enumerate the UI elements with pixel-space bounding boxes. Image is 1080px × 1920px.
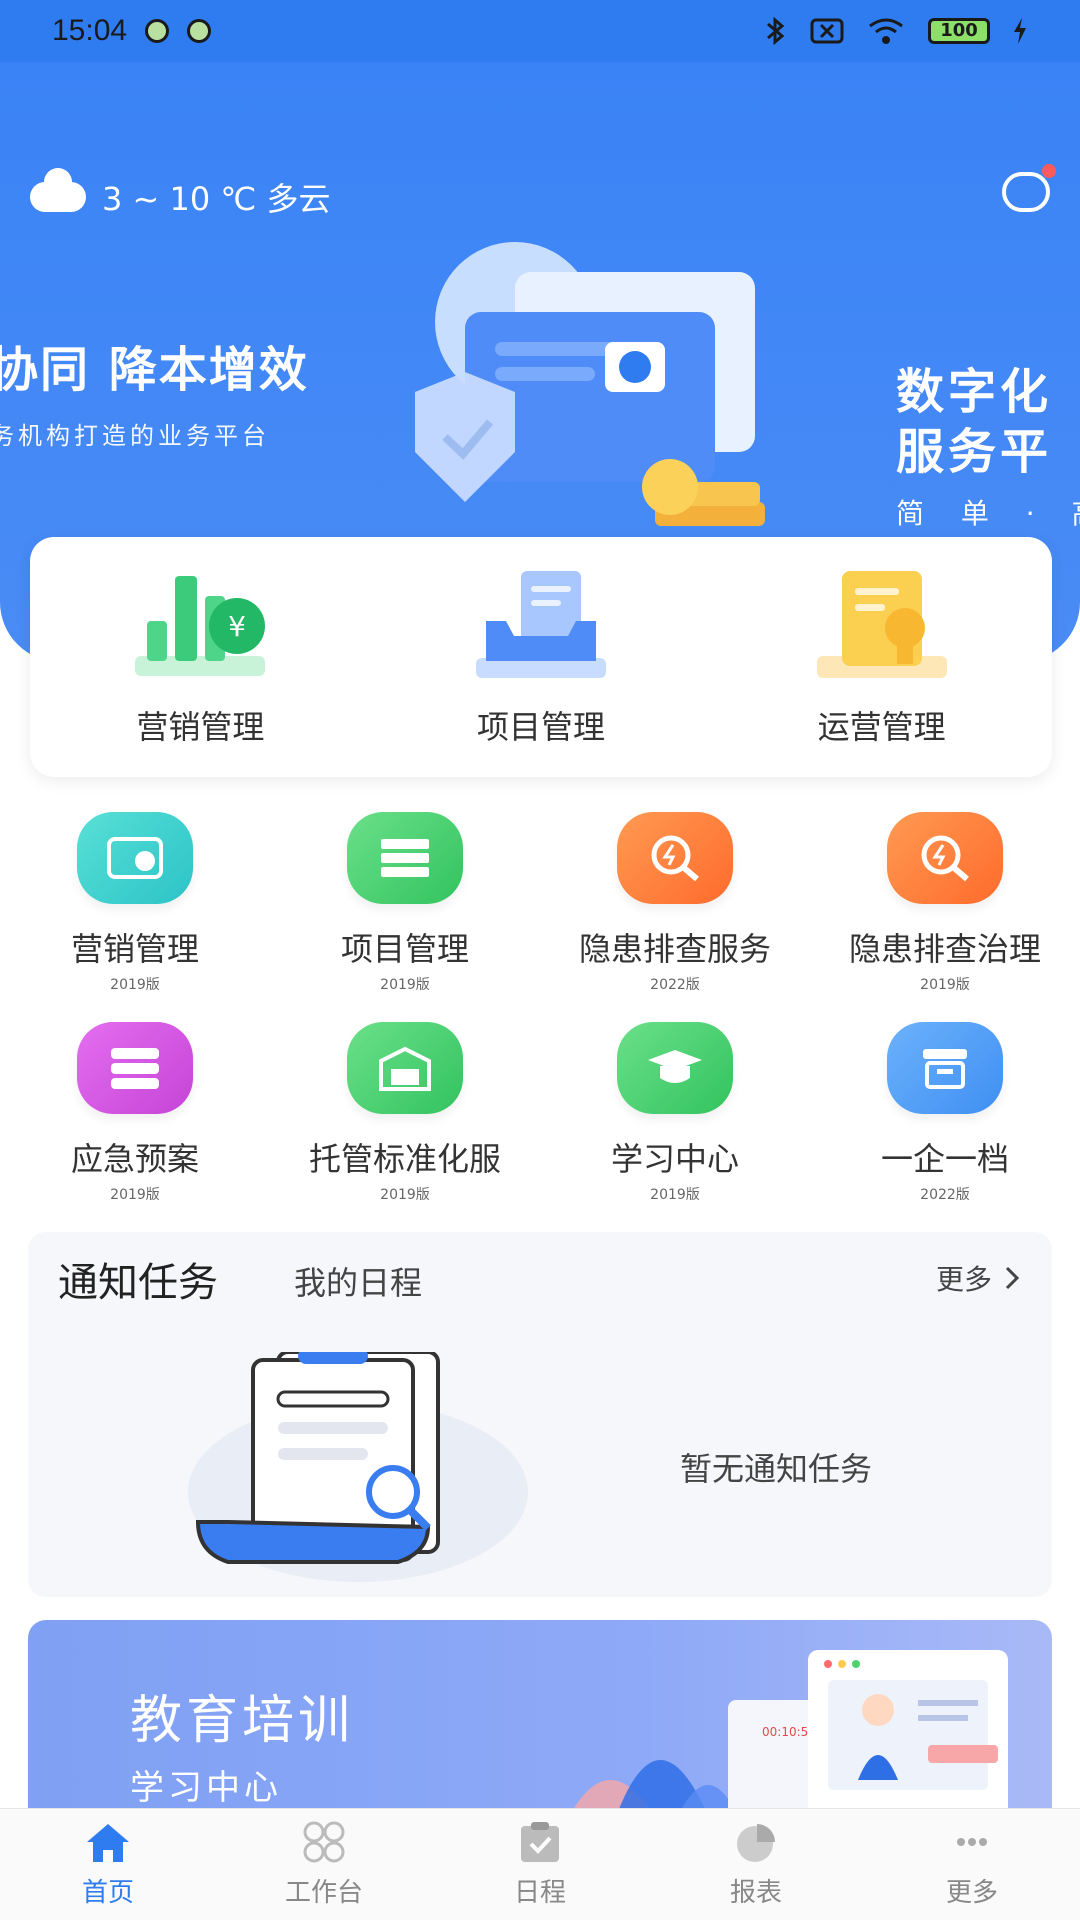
app-version: 2019版 [380,1187,430,1203]
hero-right-headline-2: 服务平 [896,424,1053,480]
hero-right-subline: 简 单 · 高 [896,497,1080,530]
chevron-right-icon [1005,1266,1020,1290]
cloud-icon [30,168,86,212]
nav-more[interactable]: 更多 [864,1820,1080,1909]
more-dots-icon [957,1838,987,1846]
nav-label: 日程 [513,1878,566,1908]
nav-schedule[interactable]: 日程 [432,1820,648,1909]
hero-left-slide: 协同 降本增效 务机构打造的业务平台 [0,330,309,451]
module-operation[interactable]: 运营管理 [762,566,1002,748]
app-version: 2022版 [650,977,700,993]
app-version: 2019版 [650,1187,700,1203]
status-icons: 100 [764,16,1028,46]
app-label: 营销管理 [70,930,199,968]
weather-widget: 3 ~ 10 ℃ 多云 [30,168,331,220]
app-label: 托管标准化服 [308,1140,501,1178]
nav-label: 工作台 [284,1878,363,1908]
nav-label: 更多 [945,1878,998,1908]
main-modules-card: ¥ 营销管理 项目管理 运营管理 [30,537,1052,777]
module-label: 项目管理 [476,708,605,746]
notification-icon [145,19,170,43]
tab-my-schedule[interactable]: 我的日程 [294,1258,422,1304]
app-version: 2019版 [380,977,430,993]
more-link[interactable]: 更多 [936,1258,1020,1298]
app-emergency-plan[interactable]: 应急预案 2019版 [7,1022,263,1204]
app-hosting-standard[interactable]: 托管标准化服 2019版 [277,1022,533,1204]
app-label: 隐患排查服务 [578,930,771,968]
charging-icon [1014,18,1026,44]
empty-state-text: 暂无通知任务 [680,1450,873,1488]
hero-right-headline-1: 数字化 [896,364,1053,420]
app-label: 项目管理 [340,930,469,968]
app-grid: 营销管理 2019版 项目管理 2019版 隐患排查服务 2022版 隐患排查治… [0,812,1080,1232]
operation-doc-icon [816,571,947,678]
module-project[interactable]: 项目管理 [421,566,661,748]
app-hazard-service[interactable]: 隐患排查服务 2022版 [547,812,803,994]
module-marketing[interactable]: ¥ 营销管理 [80,566,320,748]
more-label: 更多 [935,1263,992,1296]
wallet-icon [77,812,193,904]
list-icon [347,812,463,904]
nav-label: 首页 [81,1878,134,1908]
app-marketing[interactable]: 营销管理 2019版 [7,812,263,994]
empty-clipboard-illustration [188,1352,528,1582]
weather-text: 3 ~ 10 ℃ 多云 [102,180,331,218]
server-stack-icon [77,1022,193,1114]
marketing-chart-icon: ¥ [135,576,266,676]
app-row: 营销管理 2019版 项目管理 2019版 隐患排查服务 2022版 隐患排查治… [0,812,1080,994]
app-label: 应急预案 [70,1140,199,1178]
message-icon[interactable] [1002,164,1056,212]
notification-icon-2 [187,19,212,43]
training-banner[interactable]: 教育培训 学习中心 00:10:56 [28,1620,1052,1820]
nav-home[interactable]: 首页 [0,1820,216,1909]
hero-illustration [415,242,765,526]
archive-box-icon [887,1022,1003,1114]
app-version: 2019版 [110,977,160,993]
status-time: 15:04 [52,14,128,47]
timer-label: 00:10:56 [762,1725,816,1739]
app-project[interactable]: 项目管理 2019版 [277,812,533,994]
app-hazard-governance[interactable]: 隐患排查治理 2019版 [817,812,1073,994]
app-label: 隐患排查治理 [848,930,1041,968]
home-icon [87,1824,129,1862]
app-version: 2019版 [920,977,970,993]
banner-subtitle: 学习中心 [130,1768,282,1808]
module-label: 运营管理 [817,708,946,746]
clipboard-check-icon [521,1822,559,1862]
bottom-nav: 首页 工作台 日程 报表 更多 [0,1808,1080,1920]
training-illustration: 00:10:56 [567,1650,1008,1820]
sim-icon [810,18,844,44]
notice-section: 通知任务 我的日程 更多 暂无通知任务 [28,1232,1052,1597]
project-tray-icon [475,571,606,678]
app-label: 学习中心 [610,1140,739,1178]
status-bar: 15:04 100 [0,0,1080,62]
app-version: 2022版 [920,1187,970,1203]
app-enterprise-file[interactable]: 一企一档 2022版 [817,1022,1073,1204]
banner-title: 教育培训 [130,1691,355,1751]
nav-label: 报表 [729,1878,782,1908]
grid-icon [303,1821,345,1863]
tab-notice-tasks[interactable]: 通知任务 [58,1250,218,1308]
svg-text:¥: ¥ [228,610,246,643]
app-learning-center[interactable]: 学习中心 2019版 [547,1022,803,1204]
search-bolt-icon [887,812,1003,904]
app-version: 2019版 [110,1187,160,1203]
bluetooth-icon [767,16,785,46]
app-label: 一企一档 [880,1140,1009,1178]
search-bolt-icon [617,812,733,904]
hero-left-headline: 协同 降本增效 [0,342,309,398]
wifi-icon [869,18,903,44]
module-label: 营销管理 [136,708,265,746]
pie-chart-icon [737,1824,775,1862]
app-row: 应急预案 2019版 托管标准化服 2019版 学习中心 2019版 一企一档 … [0,1022,1080,1204]
nav-report[interactable]: 报表 [648,1820,864,1909]
warehouse-icon [347,1022,463,1114]
graduation-cap-icon [617,1022,733,1114]
hero-right-slide: 数字化 服务平 简 单 · 高 [896,362,1080,532]
nav-workbench[interactable]: 工作台 [216,1820,432,1909]
battery-icon: 100 [928,18,990,44]
hero-left-subline: 务机构打造的业务平台 [0,422,270,450]
